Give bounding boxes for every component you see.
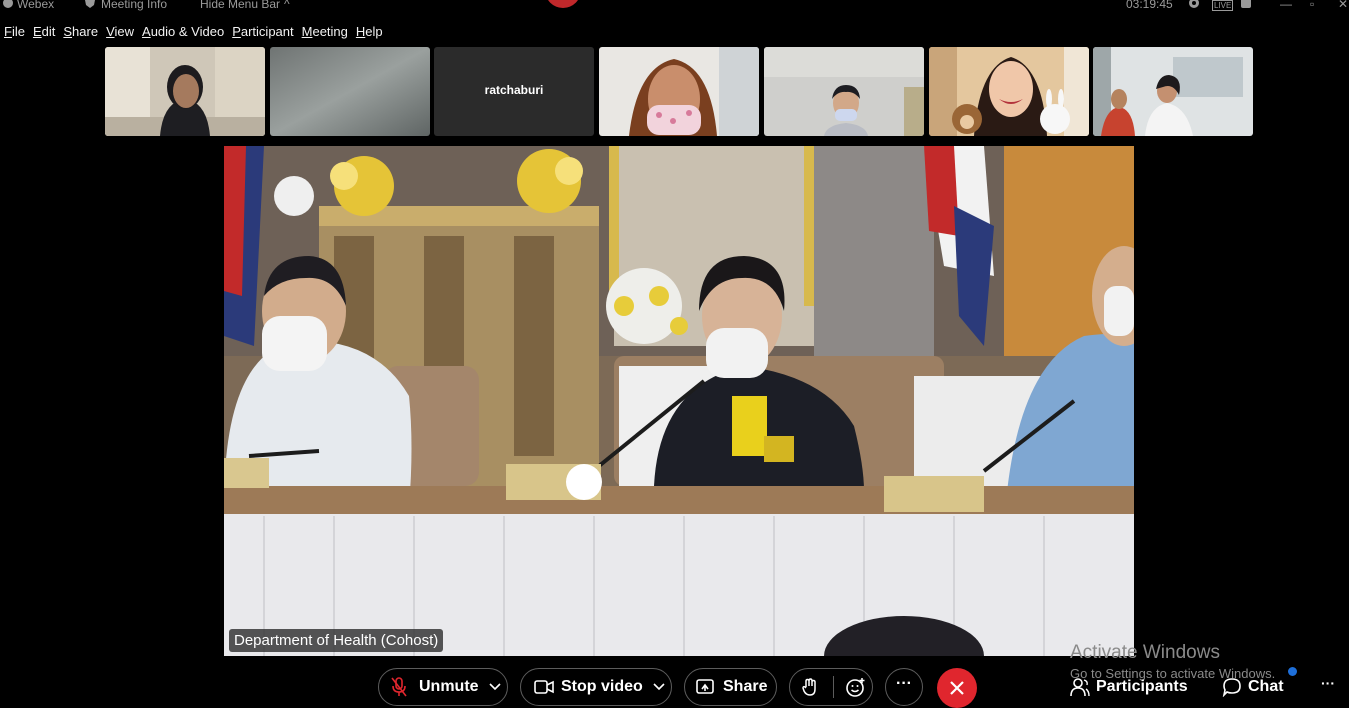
chat-button[interactable]: Chat (1222, 677, 1284, 697)
meeting-room-scene (224, 146, 1134, 656)
maximize-icon[interactable]: ▫ (1310, 0, 1314, 11)
emoji-reaction-icon[interactable] (846, 677, 866, 697)
chevron-up-icon[interactable]: ^ (284, 0, 290, 11)
end-meeting-button[interactable] (937, 668, 977, 708)
participants-button[interactable]: Participants (1070, 677, 1188, 697)
participant-video-tile[interactable] (599, 47, 759, 136)
share-label: Share (723, 678, 768, 695)
speaker-name-label: Department of Health (Cohost) (229, 629, 444, 652)
chevron-down-icon[interactable] (488, 683, 501, 691)
title-bar: Webex Meeting Info Hide Menu Bar ^ 03:19… (0, 0, 1349, 12)
participants-label: Participants (1096, 678, 1188, 695)
minimize-icon[interactable]: — (1280, 0, 1292, 11)
app-title: Webex (17, 0, 55, 11)
microphone-muted-icon (391, 677, 407, 697)
ellipsis-icon: ··· (1321, 675, 1335, 691)
raise-hand-icon[interactable] (802, 678, 818, 696)
chat-bubble-icon (1222, 678, 1241, 697)
menu-participant[interactable]: Participant (232, 24, 293, 44)
close-icon (950, 681, 964, 695)
stop-video-button[interactable]: Stop video (520, 668, 672, 706)
participant-name: ratchaburi (484, 83, 544, 97)
chat-notification-dot (1288, 667, 1297, 676)
reactions-group (789, 668, 873, 706)
webex-logo-icon (3, 0, 13, 8)
more-options-button[interactable]: ··· (885, 668, 923, 706)
meeting-timer: 03:19:45 (1126, 0, 1173, 11)
participant-video-tile[interactable] (105, 47, 265, 136)
menu-help[interactable]: Help (356, 24, 383, 44)
menu-bar: File Edit Share View Audio & Video Parti… (0, 24, 387, 44)
active-speaker-video[interactable]: Department of Health (Cohost) (224, 146, 1134, 656)
record-icon[interactable] (1189, 0, 1199, 8)
meeting-info-button[interactable]: Meeting Info (101, 0, 167, 11)
activate-windows-watermark: Activate Windows (1070, 642, 1220, 663)
menu-meeting[interactable]: Meeting (302, 24, 348, 44)
participant-video-tile[interactable] (764, 47, 924, 136)
stop-video-label: Stop video (561, 678, 643, 695)
video-camera-icon (534, 680, 554, 694)
unmute-label: Unmute (419, 678, 479, 695)
menu-view[interactable]: View (106, 24, 134, 44)
chevron-down-icon[interactable] (653, 683, 665, 691)
live-badge: LIVE (1212, 0, 1234, 11)
menu-file[interactable]: File (4, 24, 25, 44)
menu-audio-video[interactable]: Audio & Video (142, 24, 224, 44)
more-panels-button[interactable]: ··· (1321, 675, 1335, 691)
menu-edit[interactable]: Edit (33, 24, 55, 44)
participant-video-tile[interactable] (929, 47, 1089, 136)
unmute-button[interactable]: Unmute (378, 668, 508, 706)
shield-icon (85, 0, 95, 8)
participant-video-tile[interactable] (270, 47, 430, 136)
share-screen-icon (696, 679, 714, 694)
chat-label: Chat (1248, 678, 1284, 695)
participant-video-tile[interactable] (1093, 47, 1253, 136)
participants-icon (1070, 678, 1090, 697)
close-icon[interactable]: ✕ (1338, 0, 1348, 11)
share-button[interactable]: Share (684, 668, 777, 706)
ellipsis-icon: ··· (896, 675, 912, 692)
hide-menu-bar-button[interactable]: Hide Menu Bar (200, 0, 280, 11)
participant-name-tile[interactable]: ratchaburi (434, 47, 594, 136)
signal-icon[interactable] (1241, 0, 1251, 8)
menu-share[interactable]: Share (63, 24, 98, 44)
